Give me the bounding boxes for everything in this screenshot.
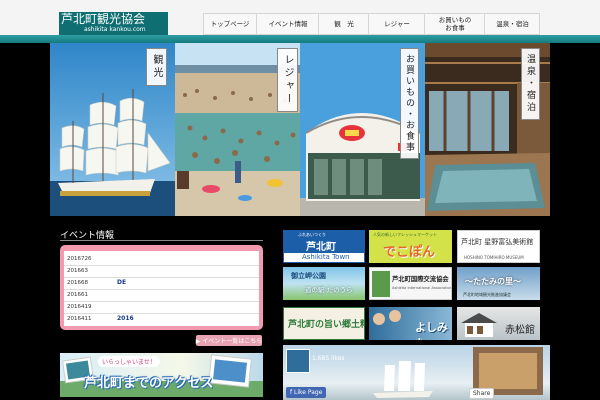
nav-top[interactable]: トップページ: [204, 14, 256, 34]
events-more-button[interactable]: ▶ イベント一覧はこちら: [196, 335, 262, 346]
label-leisure: レジャー: [277, 48, 298, 112]
facebook-share-button[interactable]: Share: [469, 388, 495, 399]
nav-onsen[interactable]: 温泉・宿泊: [484, 14, 540, 34]
banner-tatami-no-sato[interactable]: 〜たたみの里〜 芦北町地域観光推進協議会: [457, 267, 540, 300]
banner-yoshimita[interactable]: よしみた: [369, 307, 452, 340]
photo-sightseeing[interactable]: 観光: [50, 43, 175, 216]
banner-hoshino-title: 芦北町 星野富弘美術館: [461, 238, 534, 246]
events-list-frame: 2016726 201663 201668 DE 201661 2016419 …: [60, 245, 263, 330]
photo-leisure[interactable]: レジャー: [175, 43, 300, 216]
akamatsukan-building-image: [461, 313, 497, 337]
logo-title: 芦北町観光協会: [61, 12, 146, 26]
category-photo-strip: 観光 レジャー お買いもの・お食事 温泉・宿泊: [50, 43, 550, 216]
event-text[interactable]: DE: [117, 279, 126, 286]
banner-hoshino-museum[interactable]: 芦北町 星野富弘美術館 HOSHINO TOMIHIRO MUSEUM: [457, 230, 540, 263]
banner-dekopon-title: でこぽん: [383, 245, 436, 260]
label-shopping: お買いもの・お食事: [400, 48, 419, 159]
facebook-page-widget[interactable]: 1,685 likes f Like Page Share: [283, 345, 550, 400]
banner-tanoura-sub: 道の駅 たのうら: [305, 286, 353, 294]
nav-shopping[interactable]: お買いもの お食事: [424, 14, 485, 34]
banner-gokotsu-ryori[interactable]: 芦北町の旨い郷土料理: [283, 307, 365, 340]
banner-tanoura-title: 御立岬公園: [291, 272, 326, 280]
event-date: 201661: [67, 292, 88, 298]
event-date: 201663: [67, 268, 88, 274]
facebook-like-count: 1,685 likes: [312, 355, 345, 362]
header-accent-bar: [0, 35, 600, 43]
banner-kokusai-title: 芦北町国際交流協会: [392, 276, 449, 283]
site-logo[interactable]: 芦北町観光協会 ashikita kankou.com: [59, 12, 168, 35]
nav-sightseeing[interactable]: 観 光: [318, 14, 369, 34]
photo-shopping[interactable]: お買いもの・お食事: [300, 43, 425, 216]
nav-leisure[interactable]: レジャー: [368, 14, 425, 34]
event-text[interactable]: 2016: [117, 315, 134, 322]
banner-tatami-title: 〜たたみの里〜: [465, 277, 521, 286]
access-banner-title: 芦北町までのアクセス: [84, 376, 214, 391]
banner-yoshimita-title: よしみた: [415, 321, 448, 340]
banner-kokusai-sub: Ashikita International Association: [392, 286, 452, 290]
facebook-page-avatar[interactable]: [286, 349, 310, 373]
event-date: 2016411: [67, 316, 92, 322]
access-greeting-chip: いらっしゃいませ！: [98, 356, 160, 367]
banner-tatami-sub: 芦北町地域観光推進協議会: [463, 292, 511, 297]
person-face-icon: [373, 313, 385, 325]
label-onsen: 温泉・宿泊: [521, 48, 540, 120]
banner-tanoura[interactable]: 御立岬公園 道の駅 たのうら: [283, 267, 365, 300]
banner-dekopon-top: 人気の新しいフレッシュマーケット: [373, 232, 437, 237]
banner-hoshino-sub: HOSHINO TOMIHIRO MUSEUM: [464, 255, 524, 260]
person-face-icon: [389, 310, 401, 322]
access-banner[interactable]: いらっしゃいませ！ 芦北町までのアクセス: [60, 353, 263, 397]
events-heading-divider: [60, 240, 263, 241]
banner-ashikita-town-title: 芦北町: [306, 242, 336, 253]
banner-kokusai-koryu[interactable]: 芦北町国際交流協会 Ashikita International Associa…: [369, 267, 452, 300]
photo-onsen[interactable]: 温泉・宿泊: [425, 43, 550, 216]
banner-dekopon[interactable]: 人気の新しいフレッシュマーケット でこぽん: [369, 230, 452, 263]
banner-kokusai-photo: [372, 271, 390, 297]
logo-subtitle: ashikita kankou.com: [84, 26, 146, 33]
facebook-like-label: Like Page: [294, 389, 323, 396]
event-date: 201668: [67, 280, 88, 286]
main-nav: トップページ イベント情報 観 光 レジャー お買いもの お食事 温泉・宿泊: [203, 13, 540, 35]
event-date: 2016419: [67, 304, 92, 310]
nav-events[interactable]: イベント情報: [256, 14, 319, 34]
event-date: 2016726: [67, 256, 92, 262]
label-sightseeing: 観光: [146, 48, 167, 86]
banner-akamatsukan-title: 赤松館: [505, 325, 535, 336]
banner-ashikita-town[interactable]: ふれあいつくり 芦北町 Ashikita Town: [283, 230, 365, 263]
banner-ashikita-town-sub: Ashikita Town: [302, 253, 350, 261]
events-list: 2016726 201663 201668 DE 201661 2016419 …: [64, 251, 259, 326]
banner-gokotsu-title: 芦北町の旨い郷土料理: [288, 320, 364, 330]
event-row[interactable]: 2016411 2016: [64, 313, 259, 325]
banner-akamatsukan[interactable]: 赤松館: [457, 307, 540, 340]
facebook-like-button[interactable]: f Like Page: [286, 387, 327, 398]
